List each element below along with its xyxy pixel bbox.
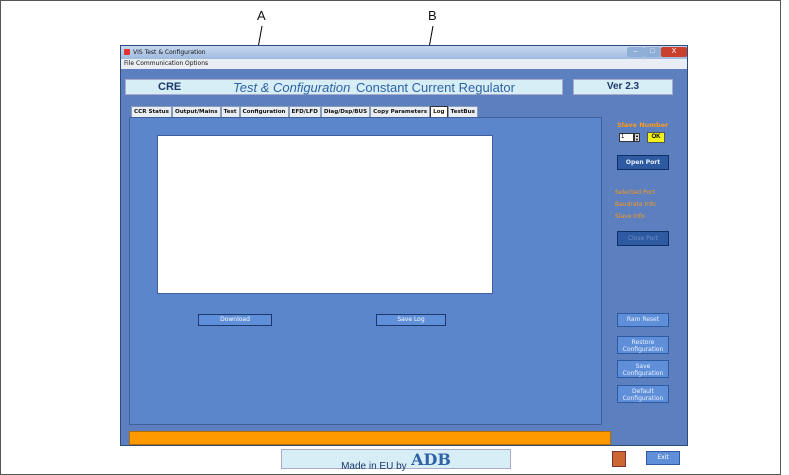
default-label-2: Configuration xyxy=(622,395,664,402)
baudrate-status: Baudrate Info xyxy=(615,201,656,208)
app-title: Test & Configuration xyxy=(233,80,351,95)
made-in-label: Made in EU by xyxy=(341,461,407,472)
menu-communication[interactable]: Communication xyxy=(136,60,183,67)
download-button[interactable]: Download xyxy=(198,314,272,326)
exit-button[interactable]: Exit xyxy=(646,451,680,465)
save-config-label-1: Save xyxy=(635,363,651,370)
footer-banner: Made in EU by ADB xyxy=(281,449,511,472)
restore-label-2: Configuration xyxy=(622,346,664,353)
ram-reset-label: Ram Reset xyxy=(626,316,660,323)
slave-info-status: Slave Info xyxy=(615,213,645,220)
default-configuration-button[interactable]: Default Configuration xyxy=(617,385,669,403)
open-port-button[interactable]: Open Port xyxy=(617,155,669,170)
spinner-arrows-icon[interactable]: ▲ ▼ xyxy=(634,133,640,142)
brand-logo: ADB xyxy=(411,450,451,469)
ok-button[interactable]: OK xyxy=(647,132,665,143)
app-subtitle: Constant Current Regulator xyxy=(356,80,515,95)
tab-strip: CCR Status Output/Mains Test Configurati… xyxy=(131,106,478,118)
log-panel: Download Save Log xyxy=(129,117,602,425)
log-text-area[interactable] xyxy=(157,135,493,294)
product-name: CRE xyxy=(158,81,182,93)
save-log-button[interactable]: Save Log xyxy=(376,314,446,326)
restore-configuration-button[interactable]: Restore Configuration xyxy=(617,336,669,354)
menu-bar: File Communication Options xyxy=(121,59,687,69)
ram-reset-button[interactable]: Ram Reset xyxy=(617,313,669,327)
exit-door-icon[interactable] xyxy=(612,451,626,467)
maximize-button[interactable]: □ xyxy=(644,47,661,57)
slave-number-label: Slave Number xyxy=(617,121,669,129)
version-label: Ver 2.3 xyxy=(573,79,673,95)
header-banner: CRE Test & Configuration Constant Curren… xyxy=(125,79,563,95)
save-configuration-button[interactable]: Save Configuration xyxy=(617,360,669,378)
save-config-label-2: Configuration xyxy=(622,370,664,377)
selected-port-status: Selected Port xyxy=(615,189,655,196)
window-title: VIS Test & Configuration xyxy=(133,49,206,56)
close-port-button[interactable]: Close Port xyxy=(617,231,669,246)
progress-bar xyxy=(129,431,611,445)
close-window-button[interactable]: X xyxy=(661,47,687,57)
slave-number-input[interactable]: 1 xyxy=(619,133,634,142)
restore-label-1: Restore xyxy=(631,339,655,346)
default-label-1: Default xyxy=(632,388,654,395)
menu-options[interactable]: Options xyxy=(185,60,208,67)
title-bar: VIS Test & Configuration – □ X xyxy=(121,46,687,59)
app-icon xyxy=(124,49,130,55)
menu-file[interactable]: File xyxy=(124,60,134,67)
minimize-button[interactable]: – xyxy=(627,47,644,57)
app-window: VIS Test & Configuration – □ X File Comm… xyxy=(120,45,688,472)
